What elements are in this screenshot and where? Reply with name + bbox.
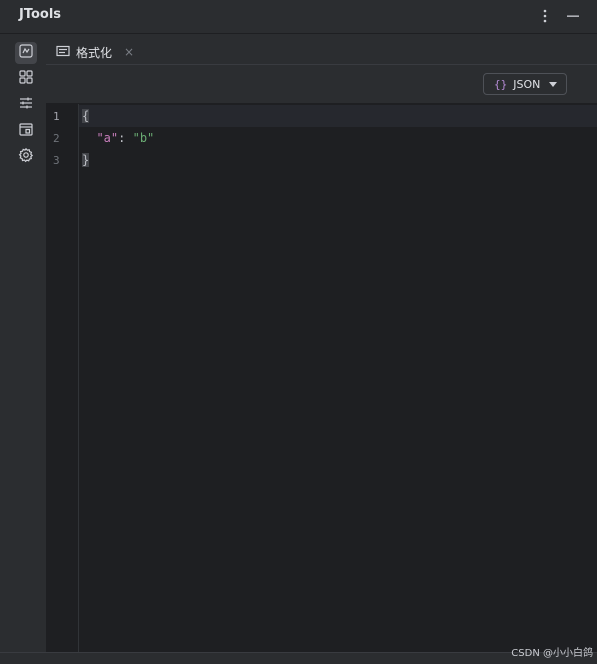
sidebar-item-calendar[interactable] <box>15 120 37 142</box>
sidebar-item-formatter[interactable] <box>15 42 37 64</box>
app-title: JTools <box>19 7 62 22</box>
line-number: 2 <box>53 132 60 145</box>
formatter-icon <box>18 43 34 63</box>
code-line: } <box>82 153 90 167</box>
sidebar-item-sliders[interactable] <box>15 94 37 116</box>
horizontal-scrollbar[interactable] <box>0 652 597 664</box>
sliders-icon <box>18 95 34 115</box>
code-editor[interactable]: 1 2 3 { "a": "b" } <box>46 104 597 652</box>
json-string-value: "b" <box>132 131 155 145</box>
grid-icon <box>18 69 34 89</box>
tool-sidebar <box>8 38 46 652</box>
tab-label: 格式化 <box>76 45 113 60</box>
gear-icon <box>18 147 34 167</box>
tab-bar: 格式化 × <box>46 38 597 65</box>
watermark: CSDN @小小白鸽 <box>511 648 593 659</box>
language-select[interactable]: {} JSON <box>483 73 567 95</box>
more-vertical-icon[interactable] <box>537 6 553 26</box>
tab-formatter[interactable]: 格式化 × <box>56 42 134 62</box>
title-actions <box>537 6 581 26</box>
sidebar-item-grid[interactable] <box>15 68 37 90</box>
title-bar: JTools <box>0 0 597 34</box>
chevron-down-icon <box>549 82 557 87</box>
code-line: { <box>82 109 90 123</box>
open-brace: { <box>82 109 90 123</box>
minimize-icon[interactable] <box>565 6 581 26</box>
json-colon: : <box>118 131 133 145</box>
json-braces-icon: {} <box>494 77 508 91</box>
close-brace: } <box>82 153 90 167</box>
calendar-icon <box>18 121 34 141</box>
line-number: 3 <box>53 154 60 167</box>
main-panel: 格式化 × {} JSON 1 2 3 { "a": "b" } <box>46 38 597 652</box>
line-number: 1 <box>53 110 60 123</box>
editor-toolbar: {} JSON <box>46 65 597 104</box>
sidebar-item-settings[interactable] <box>15 146 37 168</box>
language-select-value: JSON <box>513 77 541 91</box>
code-line: "a": "b" <box>82 131 154 145</box>
close-icon[interactable]: × <box>124 45 134 59</box>
line-gutter: 1 2 3 <box>46 104 79 652</box>
json-key: "a" <box>96 131 119 145</box>
format-tab-icon <box>56 45 70 60</box>
current-line-highlight <box>79 105 597 127</box>
